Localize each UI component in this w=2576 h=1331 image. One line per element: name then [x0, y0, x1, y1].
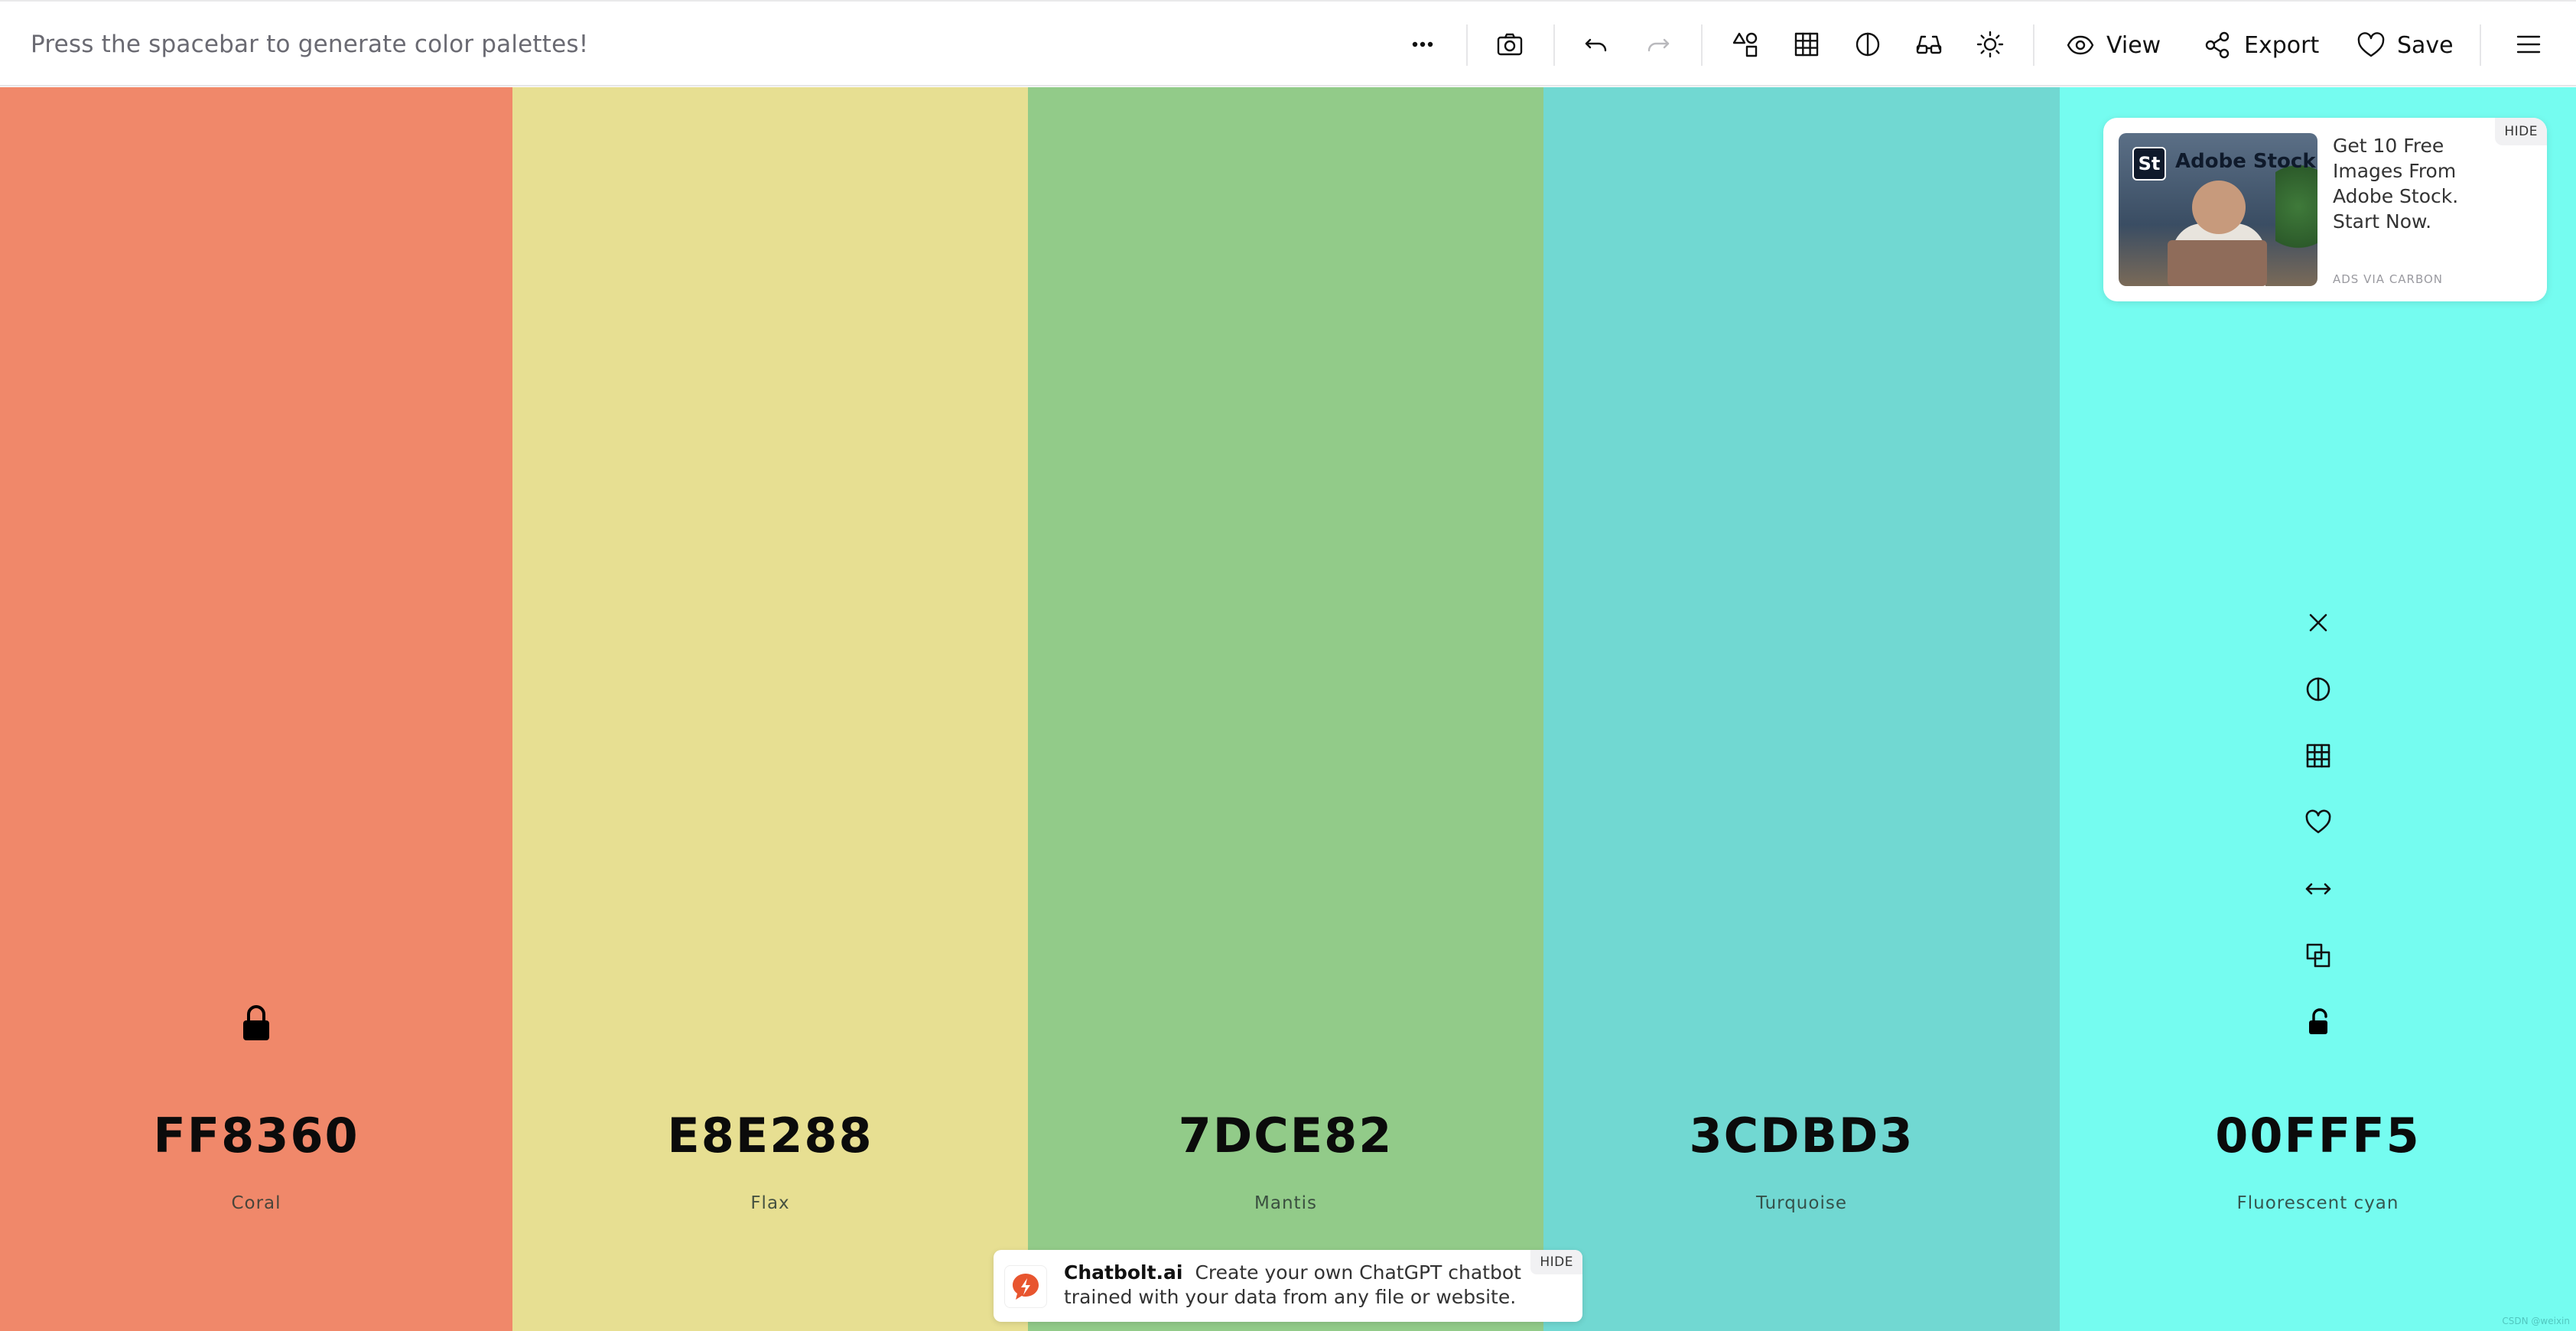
ad-hide-button[interactable]: HIDE	[2495, 118, 2547, 145]
ad-via-carbon[interactable]: ADS VIA CARBON	[2333, 272, 2443, 286]
export-label: Export	[2244, 31, 2320, 59]
banner-text: Chatbolt.ai Create your own ChatGPT chat…	[1064, 1261, 1523, 1310]
redo-icon[interactable]	[1640, 26, 1677, 63]
shapes-icon[interactable]	[1727, 26, 1764, 63]
ad-image[interactable]: St Adobe Stock	[2119, 133, 2317, 286]
color-name[interactable]: Mantis	[1028, 1193, 1543, 1213]
banner-hide-button[interactable]: HIDE	[1530, 1250, 1582, 1274]
heart-icon	[2357, 32, 2385, 57]
person-head-shape	[2192, 181, 2246, 234]
hex-code[interactable]: 7DCE82	[1028, 1108, 1543, 1163]
contrast-icon[interactable]	[2295, 666, 2341, 712]
color-name[interactable]: Flax	[512, 1193, 1028, 1213]
grid-icon[interactable]	[1788, 26, 1825, 63]
toolbar-divider	[2033, 24, 2034, 66]
copy-icon[interactable]	[2295, 932, 2341, 978]
heart-icon[interactable]	[2295, 799, 2341, 845]
export-button[interactable]: Export	[2203, 24, 2319, 66]
toolbar-divider	[1553, 24, 1555, 66]
toolbar-divider	[1466, 24, 1468, 66]
hex-code[interactable]: 00FFF5	[2060, 1108, 2576, 1163]
swatch-actions	[2295, 600, 2341, 1066]
close-icon[interactable]	[2295, 600, 2341, 646]
plant-shape	[2275, 164, 2317, 271]
ad-image-brand: Adobe Stock	[2175, 150, 2316, 173]
toolbar-divider	[2480, 24, 2481, 66]
color-name[interactable]: Fluorescent cyan	[2060, 1193, 2576, 1213]
more-icon[interactable]	[1404, 26, 1441, 63]
swatch-turquoise[interactable]: 3CDBD3 Turquoise	[1543, 87, 2060, 1331]
undo-icon[interactable]	[1578, 26, 1615, 63]
spacebar-hint: Press the spacebar to generate color pal…	[31, 31, 589, 58]
share-icon	[2205, 31, 2230, 59]
ad-text[interactable]: Get 10 Free Images From Adobe Stock. Sta…	[2333, 133, 2486, 234]
eye-icon	[2067, 35, 2094, 55]
laptop-shape	[2168, 240, 2267, 286]
swatch-coral[interactable]: FF8360 Coral	[0, 87, 512, 1331]
hex-code[interactable]: FF8360	[0, 1108, 512, 1163]
hex-code[interactable]: 3CDBD3	[1543, 1108, 2060, 1163]
chatbolt-logo-icon	[1004, 1265, 1047, 1308]
drag-icon[interactable]	[2295, 866, 2341, 912]
view-label: View	[2106, 31, 2161, 59]
hex-code[interactable]: E8E288	[512, 1108, 1028, 1163]
swatch-flax[interactable]: E8E288 Flax	[512, 87, 1028, 1331]
toolbar-divider	[1701, 24, 1703, 66]
glasses-icon[interactable]	[1911, 26, 1947, 63]
watermark: CSDN @weixin	[2502, 1316, 2570, 1326]
menu-icon[interactable]	[2510, 26, 2547, 63]
save-button[interactable]: Save	[2356, 24, 2454, 66]
camera-icon[interactable]	[1491, 26, 1528, 63]
banner-title[interactable]: Chatbolt.ai	[1064, 1261, 1183, 1284]
chatbolt-banner[interactable]: Chatbolt.ai Create your own ChatGPT chat…	[994, 1250, 1582, 1322]
view-button[interactable]: View	[2065, 24, 2161, 66]
swatch-mantis[interactable]: 7DCE82 Mantis	[1028, 87, 1543, 1331]
grid-icon[interactable]	[2295, 733, 2341, 779]
toolbar: Press the spacebar to generate color pal…	[0, 0, 2576, 86]
adobe-stock-logo: St	[2132, 147, 2166, 181]
color-name[interactable]: Turquoise	[1543, 1193, 2060, 1213]
sun-icon[interactable]	[1972, 26, 2008, 63]
unlock-icon[interactable]	[2295, 999, 2341, 1045]
contrast-icon[interactable]	[1849, 26, 1886, 63]
lock-icon[interactable]	[237, 1004, 275, 1042]
color-name[interactable]: Coral	[0, 1193, 512, 1213]
ad-card[interactable]: St Adobe Stock Get 10 Free Images From A…	[2103, 118, 2547, 301]
save-label: Save	[2397, 31, 2454, 59]
